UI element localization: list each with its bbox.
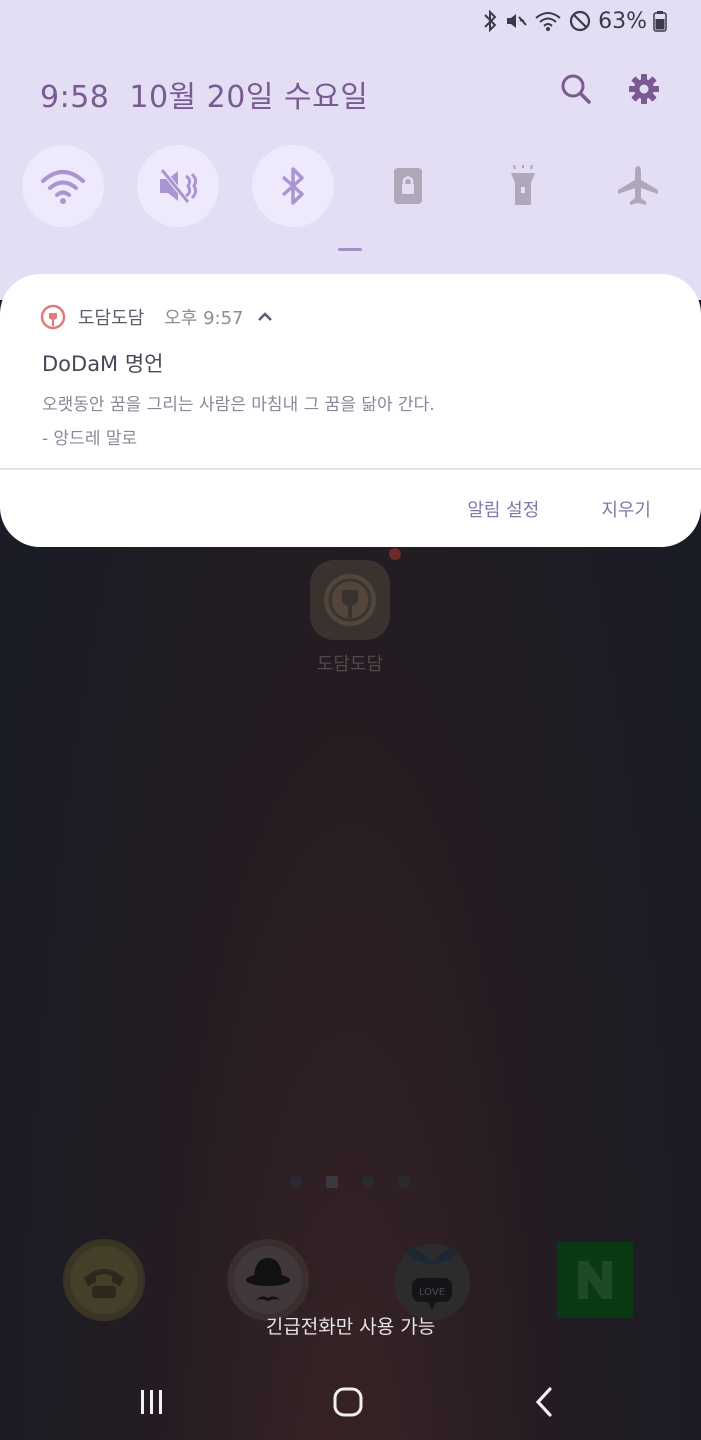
messages-love-icon: LOVE <box>394 1244 470 1320</box>
recents-button[interactable] <box>122 1382 182 1422</box>
tile-sound-mute[interactable] <box>137 145 219 227</box>
notification-body-line-2: - 앙드레 말로 <box>42 429 138 449</box>
panel-actions <box>559 72 661 106</box>
status-bar: 63% <box>482 6 667 36</box>
svg-text:LOVE: LOVE <box>419 1287 445 1298</box>
phone-icon <box>63 1239 145 1321</box>
screen-lock-icon <box>394 168 422 204</box>
dock-messages-app[interactable]: LOVE <box>390 1238 474 1322</box>
notification-title: DoDaM 명언 <box>42 352 164 376</box>
notification-clear-button[interactable]: 지우기 <box>601 496 651 522</box>
tile-screen-lock[interactable] <box>367 145 449 227</box>
notification-body: 오랫동안 꿈을 그리는 사람은 마침내 그 꿈을 닮아 간다. - 앙드레 말로 <box>42 388 435 456</box>
dodamdodam-icon <box>324 574 376 626</box>
battery-percent: 63% <box>598 8 647 34</box>
notification-actions: 알림 설정 지우기 <box>467 496 651 522</box>
airplane-icon <box>618 166 658 205</box>
settings-gear-icon <box>629 74 659 104</box>
dock-naver-app[interactable] <box>556 1241 634 1319</box>
quick-panel: 63% 9:58 10월 20일 수요일 <box>0 0 701 300</box>
wifi-icon <box>534 9 562 33</box>
notification-body-line-1: 오랫동안 꿈을 그리는 사람은 마침내 그 꿈을 닮아 간다. <box>42 395 435 415</box>
page-indicator <box>290 1176 410 1188</box>
settings-button[interactable] <box>627 72 661 106</box>
panel-drag-handle[interactable] <box>338 248 362 251</box>
do-not-disturb-icon <box>568 9 592 33</box>
panel-time[interactable]: 9:58 <box>40 80 109 115</box>
clock-date-row: 9:58 10월 20일 수요일 <box>40 72 368 116</box>
notification-time: 오후 9:57 <box>164 308 244 329</box>
sound-mute-icon <box>160 168 198 204</box>
bluetooth-icon <box>482 9 498 33</box>
naver-n-icon <box>557 1242 633 1318</box>
quick-settings-tiles <box>22 145 682 227</box>
bluetooth-icon <box>281 167 304 205</box>
notification-app-name: 도담도담 <box>78 308 145 329</box>
contacts-hat-icon <box>227 1239 309 1321</box>
home-page-dot <box>326 1176 338 1188</box>
navigation-bar <box>0 1362 701 1440</box>
notification-divider <box>0 468 701 470</box>
tile-bluetooth[interactable] <box>252 145 334 227</box>
notification-header: 도담도담 오후 9:57 <box>40 304 274 330</box>
home-icon <box>333 1387 363 1417</box>
back-icon <box>535 1387 552 1417</box>
tile-airplane-mode[interactable] <box>597 145 679 227</box>
battery-icon <box>653 9 667 33</box>
panel-date[interactable]: 10월 20일 수요일 <box>129 72 368 116</box>
search-button[interactable] <box>559 72 593 106</box>
dodamdodam-app-icon-home[interactable] <box>310 560 390 640</box>
tile-flashlight[interactable] <box>482 145 564 227</box>
dodamdodam-app-icon <box>40 304 66 330</box>
recents-icon <box>141 1390 162 1414</box>
notification-card[interactable]: 도담도담 오후 9:57 DoDaM 명언 오랫동안 꿈을 그리는 사람은 마침… <box>0 274 701 547</box>
notification-settings-button[interactable]: 알림 설정 <box>467 496 539 522</box>
wifi-icon <box>41 170 85 204</box>
tile-wifi[interactable] <box>22 145 104 227</box>
app-notification-badge <box>389 548 401 560</box>
back-button[interactable] <box>514 1382 574 1422</box>
flashlight-icon <box>511 165 535 205</box>
page-dot <box>362 1176 374 1188</box>
search-icon <box>561 74 591 104</box>
dock-contacts-app[interactable] <box>226 1238 310 1322</box>
chevron-up-icon[interactable] <box>256 310 274 324</box>
emergency-calls-only: 긴급전화만 사용 가능 <box>265 1316 436 1338</box>
page-dot <box>290 1176 302 1188</box>
home-button[interactable] <box>318 1382 378 1422</box>
page-dot <box>398 1176 410 1188</box>
dock-phone-app[interactable] <box>62 1238 146 1322</box>
home-app-label: 도담도담 <box>316 654 384 675</box>
mute-icon <box>504 9 528 33</box>
